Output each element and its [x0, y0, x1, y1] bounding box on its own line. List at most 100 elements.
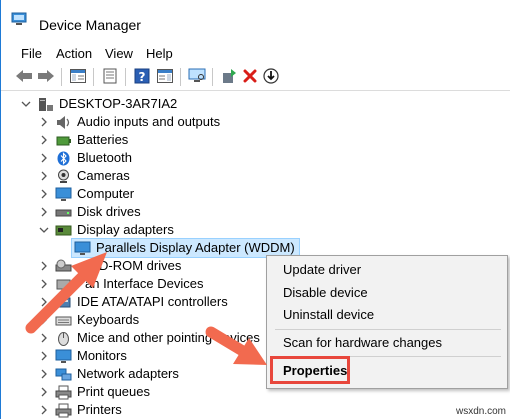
toolbar-separator: [61, 68, 62, 86]
expand-chevron-icon[interactable]: [39, 207, 49, 217]
printer-icon: [55, 385, 72, 400]
svg-text:?: ?: [139, 70, 146, 84]
ctx-disable-device[interactable]: Disable device: [283, 285, 368, 301]
menu-bar: File Action View Help: [1, 42, 510, 62]
tree-item-monitors[interactable]: Monitors: [39, 347, 127, 365]
tree-item-label: Batteries: [77, 132, 129, 147]
expand-chevron-icon[interactable]: [39, 315, 49, 325]
expand-chevron-icon[interactable]: [39, 387, 49, 397]
camera-icon: [55, 169, 72, 184]
ctx-update-driver[interactable]: Update driver: [283, 262, 361, 278]
toolbar-separator: [212, 68, 213, 86]
device-manager-icon: [11, 12, 27, 26]
tree-item-label: Printers: [77, 402, 122, 417]
dvd-icon: [55, 259, 72, 274]
tree-item-human-interface-devices[interactable]: an Interface Devices: [39, 275, 204, 293]
tree-item-label: Monitors: [77, 348, 127, 363]
tree-item-disk-drives[interactable]: Disk drives: [39, 203, 141, 221]
expand-chevron-icon[interactable]: [39, 135, 49, 145]
tree-root[interactable]: DESKTOP-3AR7IA2: [21, 95, 177, 113]
expand-chevron-icon[interactable]: [39, 153, 49, 163]
network-icon: [55, 367, 72, 382]
battery-icon: [55, 133, 72, 148]
forward-icon[interactable]: [35, 65, 57, 87]
watermark: wsxdn.com: [455, 406, 506, 417]
scan-monitor-icon[interactable]: [186, 65, 208, 87]
monitor-icon: [55, 349, 72, 364]
tree-item-label: Network adapters: [77, 366, 179, 381]
tree-item-printers[interactable]: Printers: [39, 401, 122, 419]
menu-help[interactable]: Help: [146, 46, 173, 62]
tree-item-label: Print queues: [77, 384, 150, 399]
menu-file[interactable]: File: [21, 46, 42, 62]
speaker-icon: [55, 115, 72, 130]
tree-item-label: Display adapters: [77, 222, 174, 237]
context-menu: Update driver Disable device Uninstall d…: [266, 255, 508, 389]
tree-item-computer[interactable]: Computer: [39, 185, 134, 203]
expand-chevron-icon[interactable]: [39, 351, 49, 361]
properties-icon[interactable]: [99, 65, 121, 87]
device-manager-window: Device Manager File Action View Help ? D…: [0, 0, 510, 419]
tree-item-label: Computer: [77, 186, 135, 201]
menu-action[interactable]: Action: [56, 46, 92, 62]
collapse-chevron-icon[interactable]: [39, 225, 49, 235]
ctx-uninstall-device[interactable]: Uninstall device: [283, 307, 374, 323]
tree-item-label: D-ROM drives: [99, 258, 182, 273]
toolbar-separator: [180, 68, 181, 86]
ctx-separator: [275, 329, 501, 330]
expand-chevron-icon[interactable]: [39, 333, 49, 343]
uninstall-device-icon[interactable]: [239, 65, 261, 87]
expand-chevron-icon[interactable]: [39, 117, 49, 127]
keyboard-icon: [55, 313, 72, 328]
show-hide-console-tree-icon[interactable]: [67, 65, 89, 87]
tree-item-cameras[interactable]: Cameras: [39, 167, 130, 185]
tree-item-keyboards[interactable]: Keyboards: [39, 311, 139, 329]
tree-item-ide-controllers[interactable]: IDE ATA/ATAPI controllers: [39, 293, 228, 311]
tree-item-parallels-display-adapter[interactable]: Parallels Display Adapter (WDDM): [71, 238, 300, 258]
tree-item-mice[interactable]: Mice and other pointing devices: [39, 329, 260, 347]
action-pane-icon[interactable]: [154, 65, 176, 87]
expand-chevron-icon[interactable]: [39, 279, 49, 289]
hid-icon: [55, 277, 72, 292]
tree-item-bluetooth[interactable]: Bluetooth: [39, 149, 132, 167]
tree-item-print-queues[interactable]: Print queues: [39, 383, 150, 401]
toolbar-separator: [93, 68, 94, 86]
tree-item-audio[interactable]: Audio inputs and outputs: [39, 113, 220, 131]
expand-chevron-icon[interactable]: [39, 261, 49, 271]
window-title: Device Manager: [39, 17, 141, 33]
expand-chevron-icon[interactable]: [39, 297, 49, 307]
toolbar: ?: [1, 63, 510, 91]
ctx-scan-hardware[interactable]: Scan for hardware changes: [283, 335, 442, 351]
tree-item-label: Mice and other pointing devices: [77, 330, 260, 345]
expand-chevron-icon[interactable]: [39, 189, 49, 199]
monitor-icon: [74, 241, 91, 256]
bluetooth-icon: [55, 151, 72, 166]
display-adapter-icon: [55, 223, 72, 238]
mouse-icon: [55, 331, 72, 346]
tree-item-batteries[interactable]: Batteries: [39, 131, 128, 149]
ide-icon: [55, 295, 72, 310]
expand-chevron-icon[interactable]: [39, 369, 49, 379]
back-icon[interactable]: [13, 65, 35, 87]
tree-item-label: Parallels Display Adapter (WDDM): [96, 240, 295, 255]
tree-item-dvd-drives[interactable]: D-ROM drives: [39, 257, 181, 275]
collapse-chevron-icon[interactable]: [21, 99, 31, 109]
menu-view[interactable]: View: [105, 46, 133, 62]
help-icon[interactable]: ?: [131, 65, 153, 87]
tree-item-label: Keyboards: [77, 312, 140, 327]
root-label: DESKTOP-3AR7IA2: [59, 96, 178, 111]
computer-icon: [55, 187, 72, 202]
tree-item-label: Audio inputs and outputs: [77, 114, 221, 129]
disable-device-icon[interactable]: [260, 65, 282, 87]
ctx-properties[interactable]: Properties: [283, 363, 347, 379]
printer-icon: [55, 403, 72, 418]
expand-chevron-icon[interactable]: [39, 405, 49, 415]
tree-item-label: Disk drives: [77, 204, 141, 219]
tree-item-label: Bluetooth: [77, 150, 132, 165]
expand-chevron-icon[interactable]: [39, 171, 49, 181]
tree-item-display-adapters[interactable]: Display adapters: [39, 221, 174, 239]
title-bar: Device Manager: [1, 0, 510, 36]
tree-item-network-adapters[interactable]: Network adapters: [39, 365, 179, 383]
update-driver-icon[interactable]: [218, 65, 240, 87]
tree-item-label: IDE ATA/ATAPI controllers: [77, 294, 228, 309]
